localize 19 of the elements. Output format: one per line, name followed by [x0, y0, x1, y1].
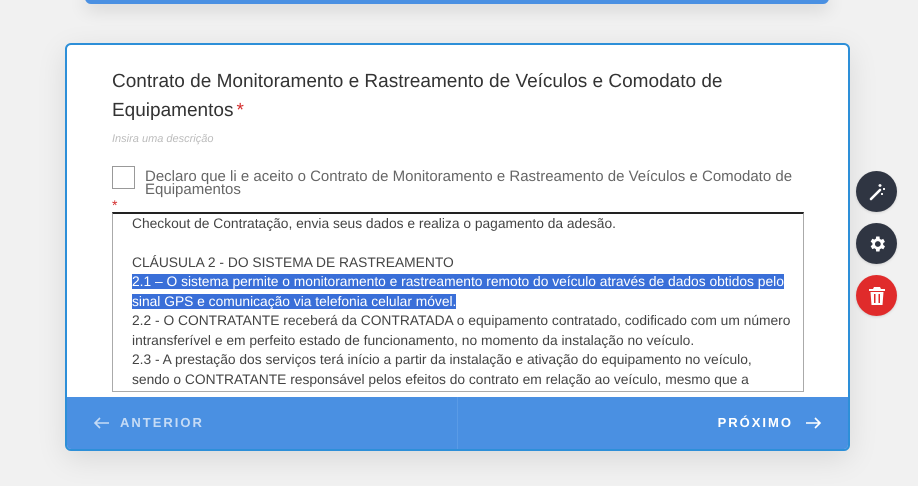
description-field[interactable]: Insira uma descrição: [112, 131, 803, 148]
magic-wand-icon: [866, 182, 886, 202]
trash-icon: [868, 286, 886, 306]
next-button[interactable]: PRÓXIMO: [458, 397, 848, 449]
contract-paragraph: 2.3 - A prestação dos serviços terá início a partir da instalação e ativação do equipamento no veículo, sendo o CONTRATANTE responsável pelos efeitos do contrato em relação ao veículo, mesmo que a: [132, 351, 753, 389]
required-mark: *: [112, 198, 118, 212]
contract-paragraph: Checkout de Contratação, envia seus dados e realiza o pagamento da adesão.: [132, 214, 617, 233]
delete-button[interactable]: [856, 275, 897, 316]
contract-text-box[interactable]: [112, 212, 804, 392]
right-arrow-icon: [805, 417, 822, 429]
agreement-label: Declaro que li e aceito o Contrato de Monitoramento e Rastreamento de Veículos e Comodato de Equipamentos: [145, 166, 794, 196]
contract-paragraph: 2.2 - O CONTRATANTE receberá da CONTRATADA o equipamento contratado, codificado com um número intransferível e em perfeito estado de funcionamento, no momento da instalação no veículo.: [132, 312, 792, 350]
settings-button[interactable]: [856, 223, 897, 264]
checkbox[interactable]: [112, 166, 135, 188]
question-title: Contrato de Monitoramento e Rastreamento de Veículos e Comodato de Equipamentos*: [112, 70, 724, 123]
magic-button[interactable]: [856, 171, 897, 212]
left-arrow-icon: [93, 417, 110, 429]
clause-heading: CLÁUSULA 2 - DO SISTEMA DE RASTREAMENTO: [132, 254, 455, 272]
selected-paragraph: 2.1 – O sistema permite o monitoramento e rastreamento remoto do veículo através de dados obtidos pelo sinal GPS e comunicação via telefonia celular móvel.: [132, 273, 785, 311]
